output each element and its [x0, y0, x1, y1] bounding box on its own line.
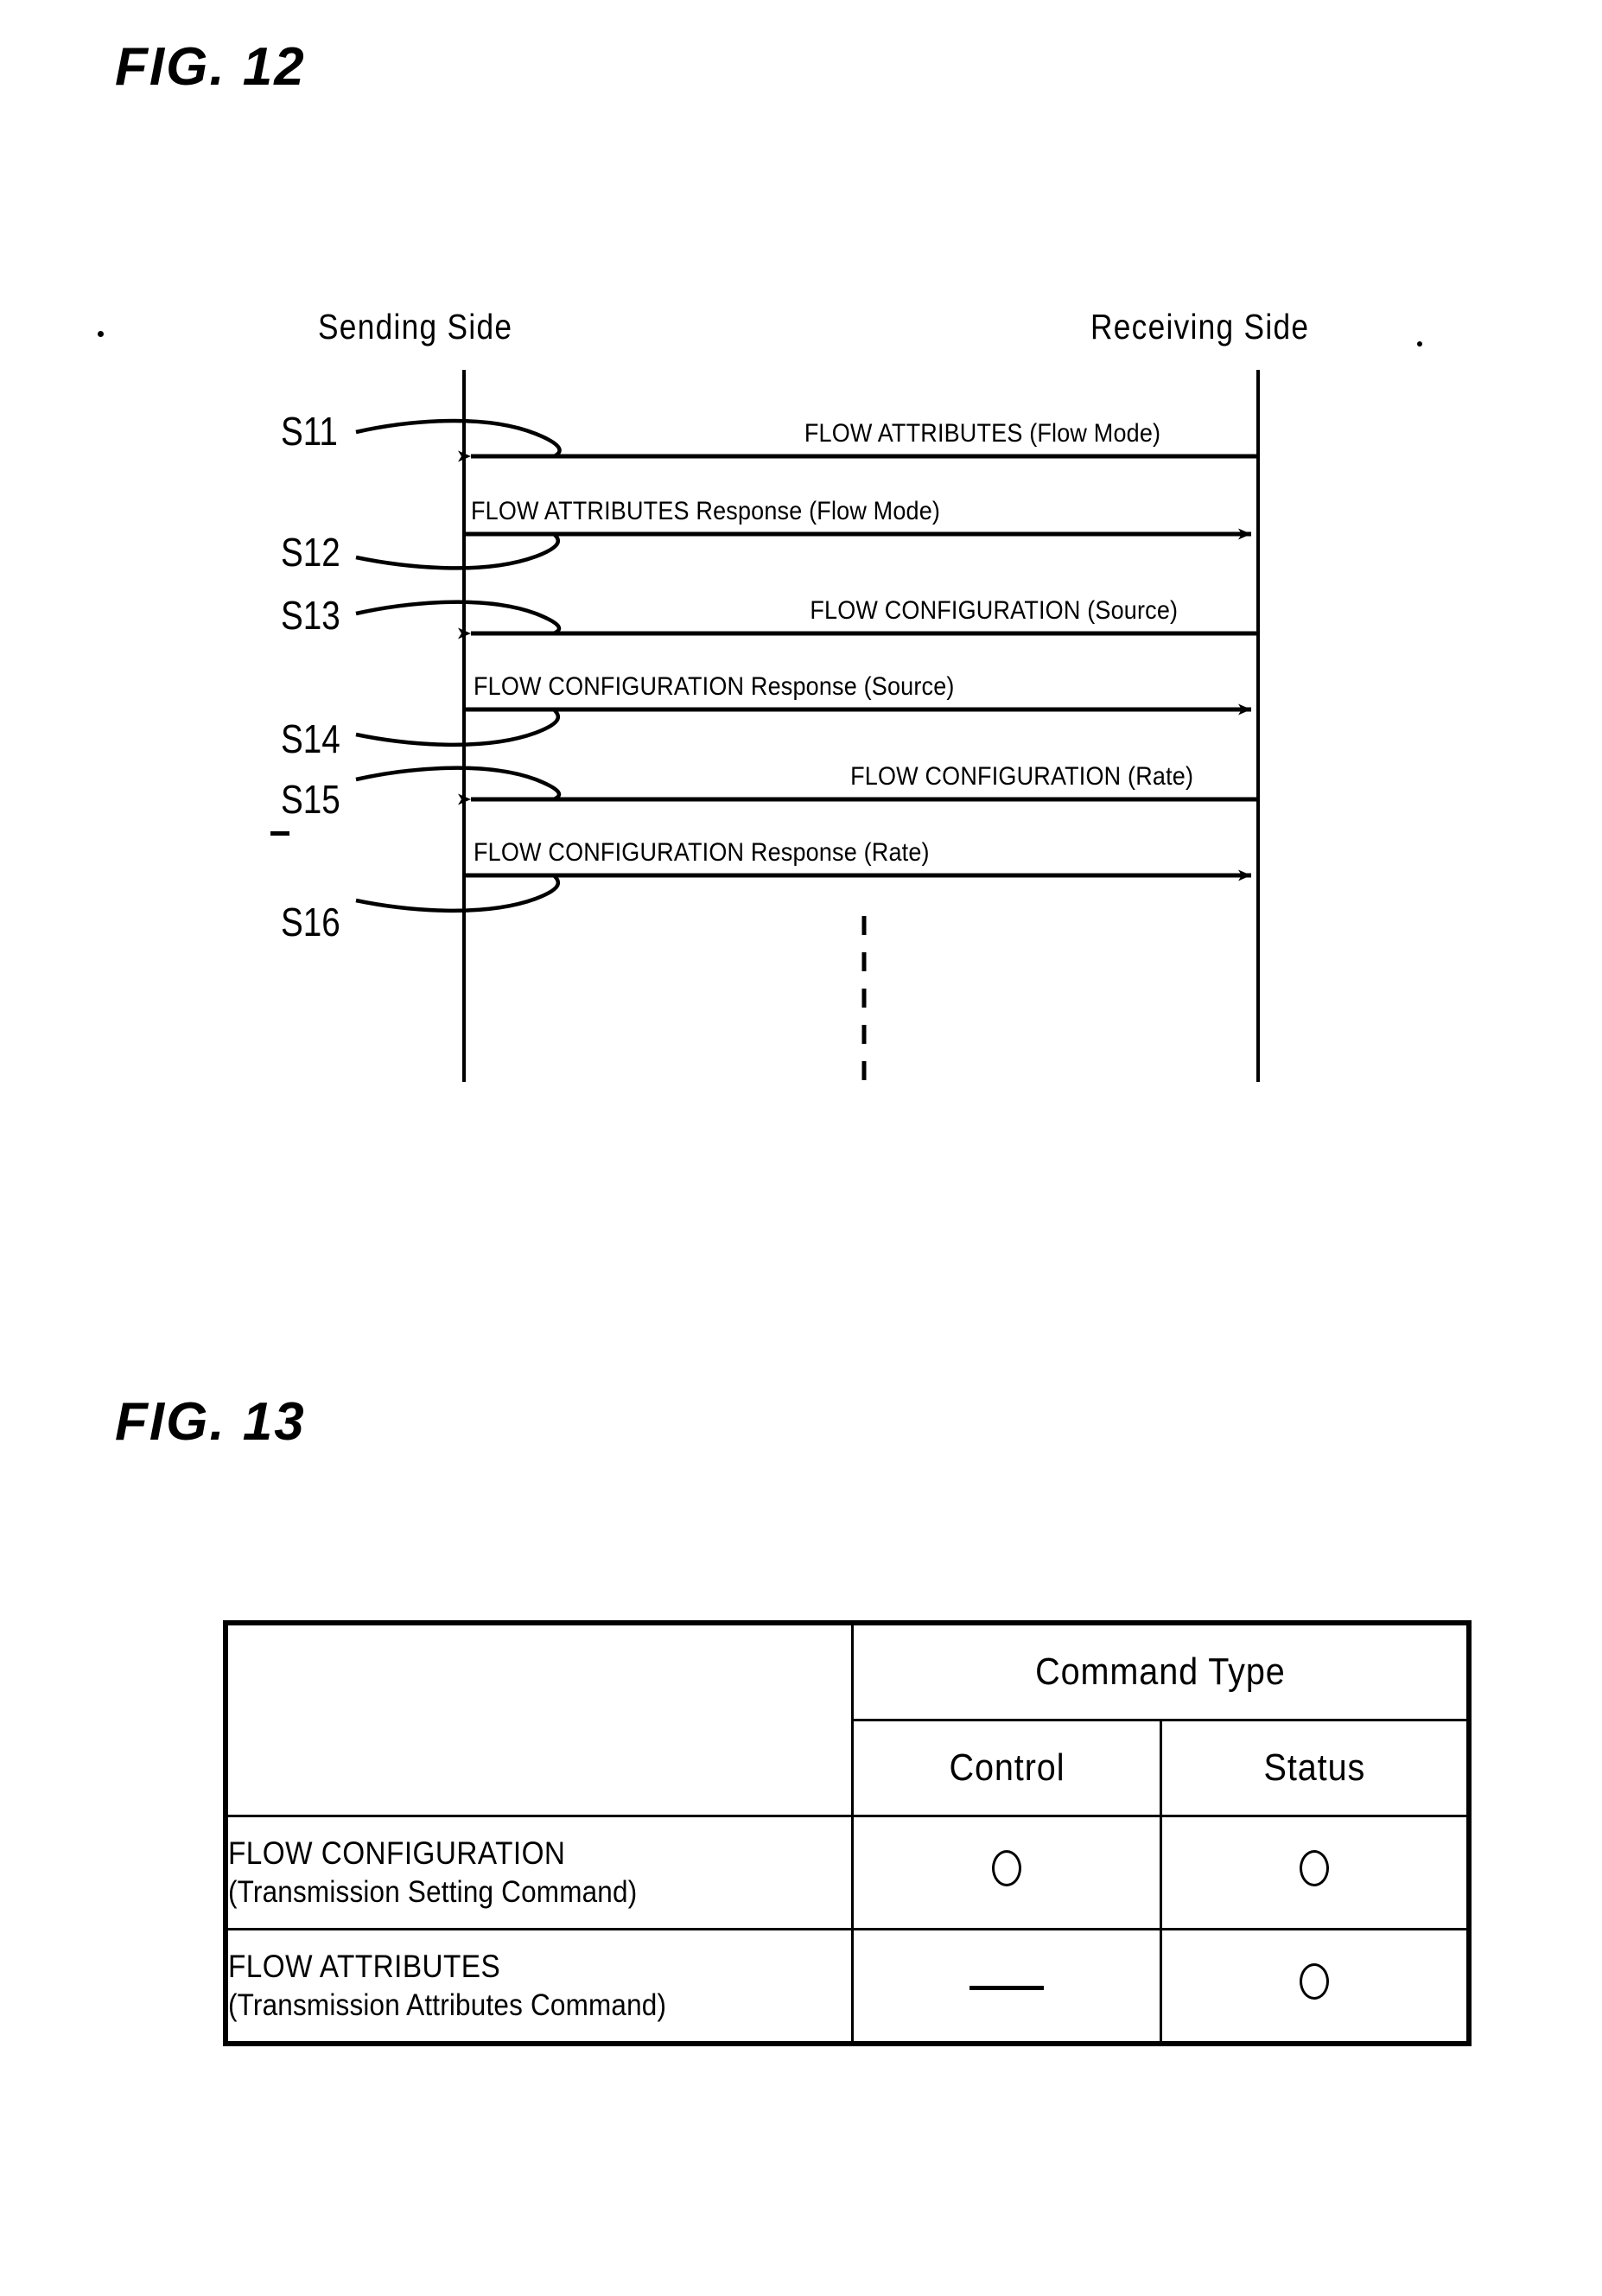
table-row: FLOW ATTRIBUTES (Transmission Attributes…	[223, 1928, 1472, 2046]
cell-flow-attributes-status	[1159, 1928, 1472, 2046]
table-header-row-group: Command Type	[223, 1620, 1472, 1817]
row-subtitle: (Transmission Attributes Command)	[228, 1988, 667, 2023]
row-name: FLOW CONFIGURATION	[228, 1835, 566, 1871]
row-label-flow-attributes: FLOW ATTRIBUTES (Transmission Attributes…	[223, 1928, 855, 2046]
table-header-control: Control	[851, 1719, 1162, 1817]
scan-speck	[1417, 341, 1422, 347]
leader-line-s12	[355, 532, 561, 570]
cell-flow-configuration-status	[1159, 1815, 1472, 1930]
cell-flow-configuration-control	[851, 1815, 1162, 1930]
table-header-status: Status	[1159, 1719, 1472, 1817]
scan-speck	[270, 831, 289, 836]
scan-speck	[98, 331, 104, 337]
circle-mark-icon	[1299, 1962, 1329, 2000]
cell-flow-attributes-control	[851, 1928, 1162, 2046]
figure-12-canvas	[355, 370, 1260, 1082]
leader-line-s13	[355, 600, 562, 636]
leader-line-s16	[355, 874, 561, 913]
figure-13-title: FIG. 13	[115, 1392, 306, 1452]
table-row: FLOW CONFIGURATION (Transmission Setting…	[223, 1815, 1472, 1930]
row-name: FLOW ATTRIBUTES	[228, 1948, 501, 1984]
row-label-flow-configuration: FLOW CONFIGURATION (Transmission Setting…	[223, 1815, 855, 1930]
circle-mark-icon	[991, 1849, 1021, 1886]
leader-line-s11	[355, 418, 562, 459]
leader-line-s14	[355, 708, 561, 747]
table-header-command-type: Command Type	[851, 1620, 1472, 1721]
circle-mark-icon	[1299, 1849, 1329, 1886]
table-corner-cell	[223, 1620, 855, 1817]
row-subtitle: (Transmission Setting Command)	[228, 1875, 638, 1910]
dash-mark-icon	[969, 1985, 1044, 1990]
command-type-table: Command Type Control Status FLOW CONFIGU…	[223, 1620, 1472, 2046]
leader-line-s15	[355, 766, 562, 802]
